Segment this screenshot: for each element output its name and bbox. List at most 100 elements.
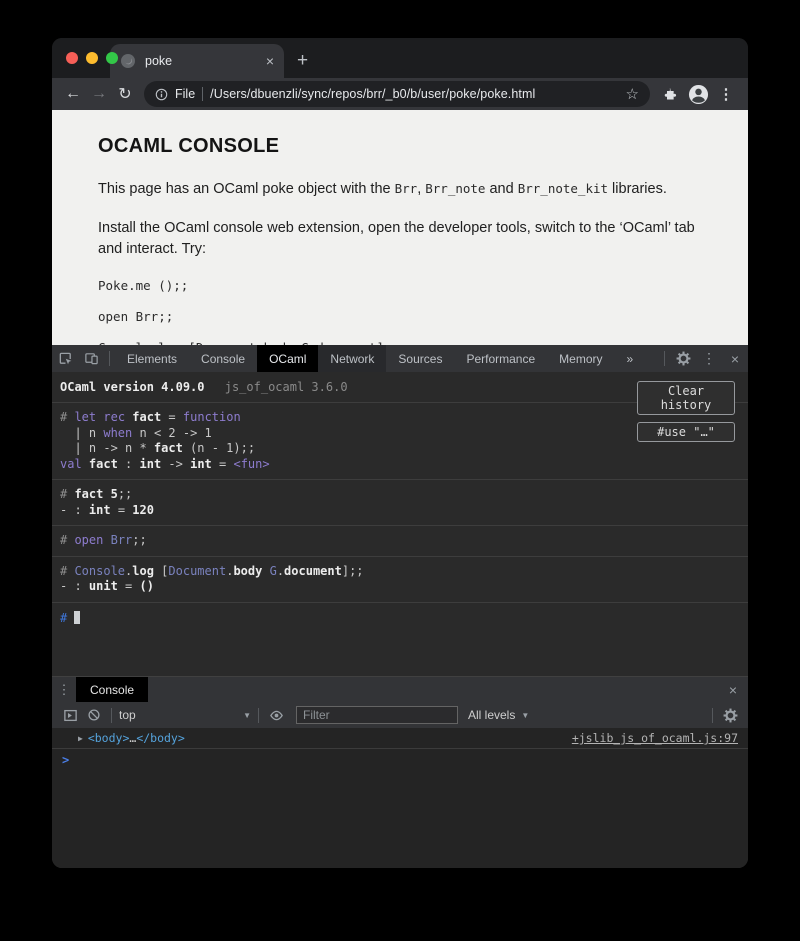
devtools-tab-more[interactable]: »: [615, 345, 646, 372]
repl-segment: [82, 457, 89, 471]
close-window-button[interactable]: [66, 52, 78, 64]
devtools-tab-elements[interactable]: Elements: [115, 345, 189, 372]
repl-segment: =: [111, 503, 133, 517]
favicon-icon: [120, 53, 136, 69]
page-code-block: Poke.me ();;open Brr;;Console.log [Docum…: [98, 278, 702, 345]
console-message-row[interactable]: ▶ <body>…</body> +jslib_js_of_ocaml.js:9…: [52, 728, 748, 749]
devtools-close-icon[interactable]: ×: [722, 345, 748, 372]
repl-segment: (): [140, 579, 154, 593]
device-toolbar-icon[interactable]: [78, 345, 104, 372]
devtools-menu-icon[interactable]: ⋮: [696, 345, 722, 372]
text-cursor: [74, 611, 80, 624]
drawer-tab-console[interactable]: Console: [76, 677, 148, 702]
ocaml-repl-pane: OCaml version 4.09.0 js_of_ocaml 3.6.0 C…: [52, 372, 748, 676]
url-text[interactable]: /Users/dbuenzli/sync/repos/brr/_b0/b/use…: [210, 87, 618, 101]
repl-segment: log: [132, 564, 154, 578]
clear-history-button[interactable]: Clear history: [637, 381, 735, 415]
repl-segment: .: [277, 564, 284, 578]
devtools-tabbar-tabs: ElementsConsoleOCamlNetworkSourcesPerfor…: [115, 345, 645, 372]
repl-segment: int: [140, 457, 162, 471]
repl-segment: 120: [132, 503, 154, 517]
devtools-tab-performance[interactable]: Performance: [454, 345, 547, 372]
tab-close-icon[interactable]: ×: [266, 53, 274, 69]
page-code-line: open Brr;;: [98, 309, 702, 324]
repl-line: val fact : int -> int = <fun>: [60, 457, 740, 473]
repl-segment: function: [183, 410, 241, 424]
repl-segment: 5: [111, 487, 118, 501]
omnibox-divider: [202, 87, 203, 101]
drawer-close-icon[interactable]: ×: [718, 682, 748, 698]
reload-icon[interactable]: ↻: [112, 84, 138, 104]
zoom-window-button[interactable]: [106, 52, 118, 64]
scheme-label: File: [175, 87, 195, 101]
console-prompt-chevron: >: [62, 753, 69, 767]
toolbar-divider: [111, 708, 112, 723]
repl-line: - : unit = (): [60, 579, 740, 595]
inspect-element-icon[interactable]: [52, 345, 78, 372]
log-levels-selector[interactable]: All levels ▼: [468, 708, 529, 722]
extensions-puzzle-icon[interactable]: [656, 86, 684, 103]
repl-segment: ->: [161, 457, 190, 471]
repl-segment: let: [74, 410, 96, 424]
repl-segment: #: [60, 564, 74, 578]
intro-paragraph: This page has an OCaml poke object with …: [98, 178, 702, 200]
browser-window: poke × + ← → ↻ File /Users/dbuenzli/sync…: [52, 38, 748, 868]
repl-segment: rec: [103, 410, 125, 424]
info-icon[interactable]: [155, 88, 168, 101]
clear-console-icon[interactable]: [82, 708, 106, 722]
repl-segment: Brr: [111, 533, 133, 547]
repl-entry: # Console.log [Document.body G.document]…: [52, 557, 748, 603]
repl-segment: G: [270, 564, 277, 578]
drawer-menu-icon[interactable]: ⋮: [52, 682, 76, 698]
expand-triangle-icon[interactable]: ▶: [78, 734, 83, 743]
toolbar-divider: [258, 708, 259, 723]
repl-segment: #: [60, 487, 74, 501]
repl-segment: #: [60, 410, 74, 424]
devtools-tab-ocaml[interactable]: OCaml: [257, 345, 318, 372]
repl-prompt-line[interactable]: #: [52, 603, 748, 633]
page-title: OCAML CONSOLE: [98, 135, 702, 158]
minimize-window-button[interactable]: [86, 52, 98, 64]
forward-icon[interactable]: →: [86, 85, 112, 103]
repl-segment: | n: [60, 426, 103, 440]
context-selector[interactable]: top ▼: [119, 708, 251, 722]
use-file-button[interactable]: #use "…": [637, 422, 735, 442]
element-segment: </body>: [136, 731, 184, 745]
new-tab-button[interactable]: +: [297, 44, 308, 78]
devtools-tab-sources[interactable]: Sources: [386, 345, 454, 372]
chevron-down-icon: ▼: [521, 711, 529, 720]
logged-element[interactable]: <body>…</body>: [88, 731, 185, 745]
toolbar-divider: [109, 351, 110, 366]
filter-input[interactable]: [296, 706, 458, 724]
console-sidebar-icon[interactable]: [58, 708, 82, 723]
toolbar-divider: [664, 351, 665, 366]
repl-segment: =: [118, 579, 140, 593]
console-prompt-row[interactable]: >: [52, 749, 748, 770]
live-expression-eye-icon[interactable]: [264, 708, 288, 723]
browser-menu-icon[interactable]: ⋮: [712, 85, 740, 103]
devtools-settings-gear-icon[interactable]: [670, 345, 696, 372]
profile-avatar-icon[interactable]: [684, 84, 712, 105]
repl-segment: ;;: [132, 533, 146, 547]
repl-line: # fact 5;;: [60, 487, 740, 503]
repl-line: - : int = 120: [60, 503, 740, 519]
traffic-lights: [66, 52, 118, 64]
console-settings-gear-icon[interactable]: [718, 708, 742, 723]
address-bar[interactable]: File /Users/dbuenzli/sync/repos/brr/_b0/…: [144, 81, 650, 107]
repl-segment: int: [190, 457, 212, 471]
repl-entry: # fact 5;;- : int = 120: [52, 480, 748, 526]
install-paragraph: Install the OCaml console web extension,…: [98, 218, 702, 260]
browser-tab-poke[interactable]: poke ×: [110, 44, 284, 78]
devtools-tab-network[interactable]: Network: [318, 345, 386, 372]
ocaml-version: OCaml version 4.09.0: [60, 380, 205, 394]
text-segment: Brr: [395, 181, 418, 196]
source-link[interactable]: +jslib_js_of_ocaml.js:97: [572, 731, 738, 745]
back-icon[interactable]: ←: [60, 85, 86, 103]
repl-segment: int: [89, 503, 111, 517]
text-segment: libraries.: [608, 181, 667, 197]
devtools-tab-memory[interactable]: Memory: [547, 345, 614, 372]
devtools-tab-console[interactable]: Console: [189, 345, 257, 372]
devtools-panel: ElementsConsoleOCamlNetworkSourcesPerfor…: [52, 345, 748, 868]
repl-segment: | n -> n *: [60, 441, 154, 455]
bookmark-star-icon[interactable]: ☆: [626, 85, 639, 103]
